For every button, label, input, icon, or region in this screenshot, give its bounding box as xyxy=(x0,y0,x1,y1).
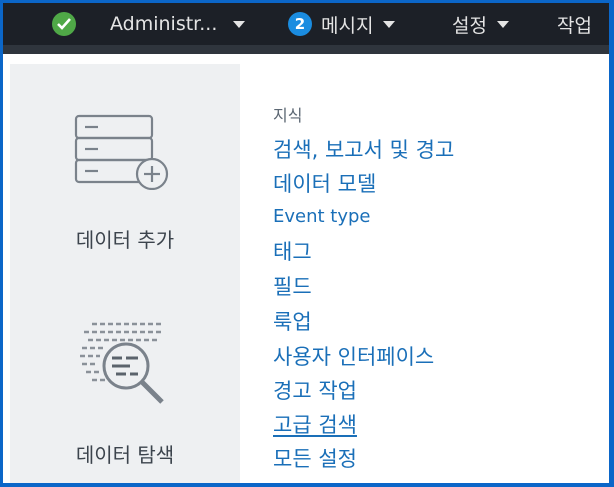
menu-link-searches-reports-alerts[interactable]: 검색, 보고서 및 경고 xyxy=(273,134,454,164)
app-bar-strip xyxy=(3,45,609,54)
explore-data-label: 데이터 탐색 xyxy=(75,443,175,467)
add-data-icon xyxy=(74,112,174,194)
health-status-icon[interactable] xyxy=(52,12,76,36)
menu-link-fields[interactable]: 필드 xyxy=(273,271,312,301)
menu-link-all-configurations[interactable]: 모든 설정 xyxy=(273,443,357,473)
settings-dropdown: 데이터 추가 데이터 탐색 지식 검색, 보고서 및 경고 데이터 모델 Eve… xyxy=(10,64,609,483)
menu-link-user-interface[interactable]: 사용자 인터페이스 xyxy=(273,341,434,371)
activity-menu[interactable]: 작업 xyxy=(557,3,592,45)
explore-data-icon xyxy=(78,320,178,416)
knowledge-heading: 지식 xyxy=(273,106,303,125)
messages-menu-label: 메시지 xyxy=(321,14,374,37)
menu-link-alert-actions[interactable]: 경고 작업 xyxy=(273,375,357,405)
messages-count-badge: 2 xyxy=(288,12,312,36)
menu-link-tags[interactable]: 태그 xyxy=(273,236,312,266)
user-menu-label: Administr... xyxy=(110,13,218,35)
menu-link-lookups[interactable]: 룩업 xyxy=(273,306,312,336)
dropdown-pointer xyxy=(472,54,494,64)
add-data-label: 데이터 추가 xyxy=(75,228,175,252)
top-navigation-bar: Administr... 2 메시지 설정 작업 xyxy=(3,3,609,45)
settings-window: Administr... 2 메시지 설정 작업 데이터 추가 데이터 탐색 지… xyxy=(3,3,609,483)
activity-menu-label: 작업 xyxy=(557,14,592,37)
quick-actions-panel: 데이터 추가 데이터 탐색 xyxy=(10,64,240,483)
menu-link-event-types[interactable]: Event type xyxy=(273,206,371,227)
settings-menu[interactable]: 설정 xyxy=(452,3,509,45)
chevron-down-icon xyxy=(233,20,246,28)
menu-link-advanced-search[interactable]: 고급 검색 xyxy=(273,409,357,439)
chevron-down-icon xyxy=(496,20,509,28)
user-menu[interactable]: Administr... xyxy=(110,3,246,45)
settings-menu-label: 설정 xyxy=(452,14,487,37)
chevron-down-icon xyxy=(383,20,396,28)
messages-menu[interactable]: 2 메시지 xyxy=(288,3,396,45)
menu-link-data-models[interactable]: 데이터 모델 xyxy=(273,168,376,198)
